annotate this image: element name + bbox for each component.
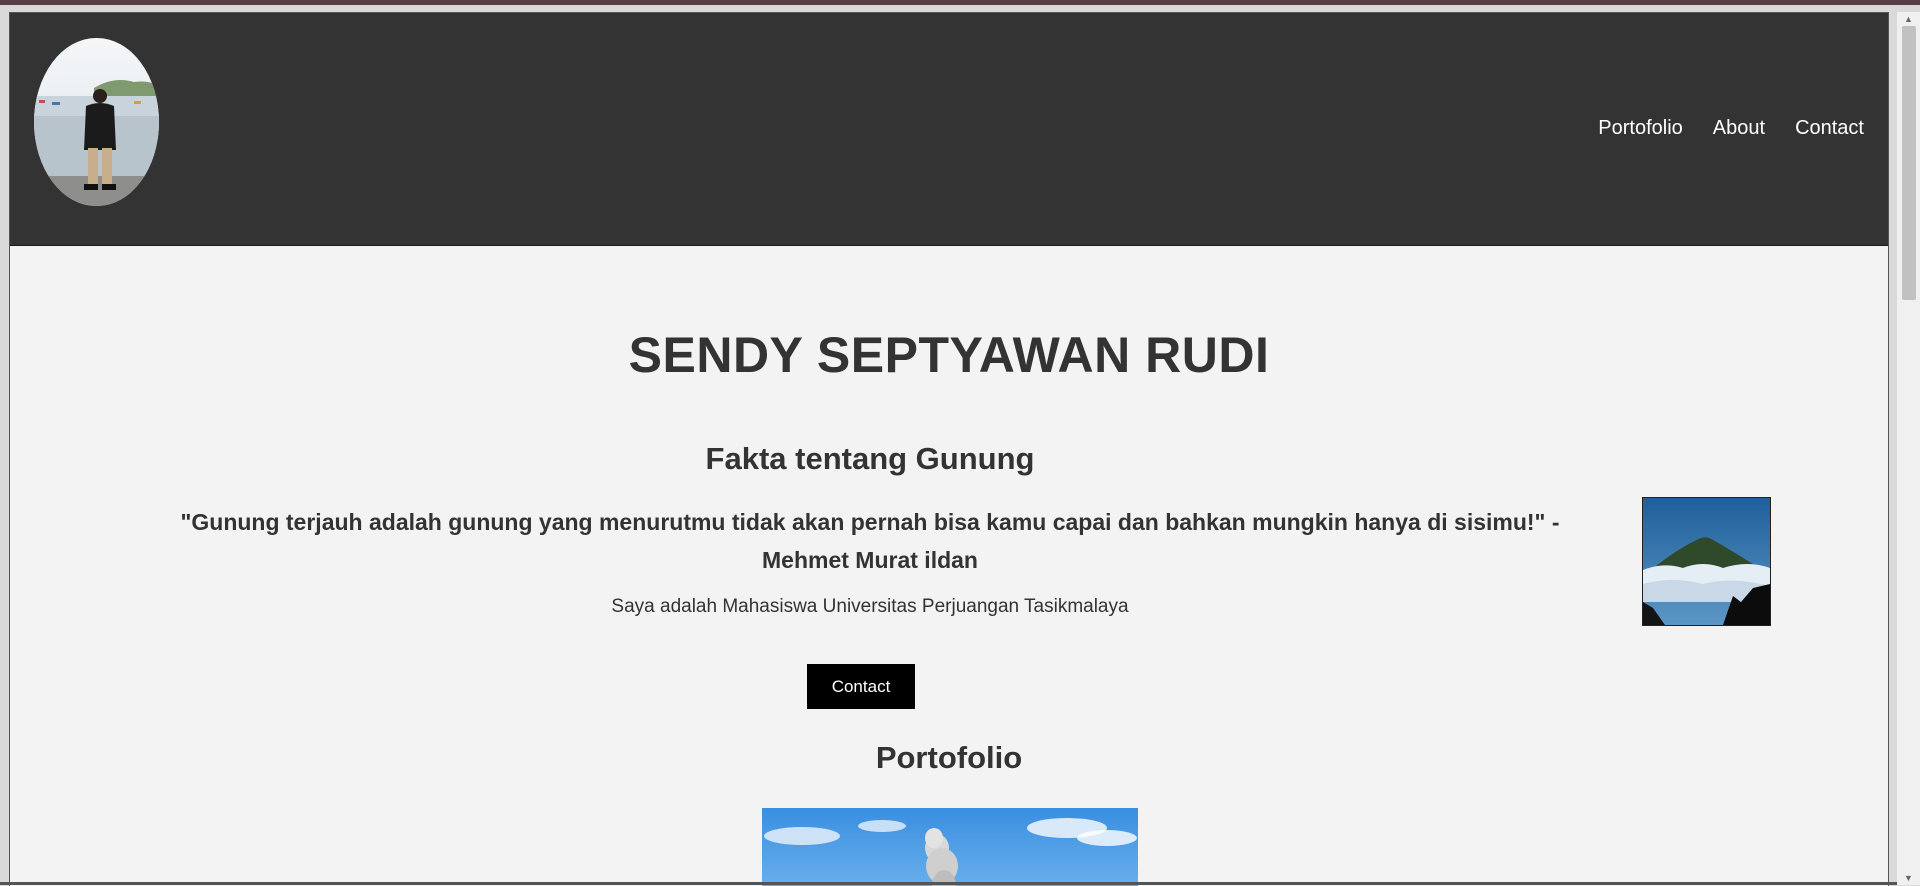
main-nav: Portofolio About Contact bbox=[1598, 117, 1864, 140]
browser-top-edge bbox=[0, 0, 1920, 5]
page-frame: Portofolio About Contact SENDY SEPTYAWAN… bbox=[9, 12, 1889, 886]
page-title: SENDY SEPTYAWAN RUDI bbox=[628, 327, 1270, 383]
nav-portofolio[interactable]: Portofolio bbox=[1598, 117, 1683, 140]
nav-contact[interactable]: Contact bbox=[1795, 117, 1864, 140]
about-section: Fakta tentang Gunung "Gunung terjauh ada… bbox=[150, 441, 1590, 618]
portfolio-image bbox=[762, 808, 1138, 886]
triangle-up-icon[interactable]: ▲ bbox=[1897, 12, 1920, 26]
volcano-photo bbox=[762, 808, 1138, 886]
site-header: Portofolio About Contact bbox=[10, 13, 1888, 246]
profile-avatar bbox=[34, 38, 159, 206]
portfolio-title: Portofolio bbox=[875, 740, 1023, 775]
mountain-image bbox=[1642, 497, 1771, 626]
vertical-scrollbar[interactable]: ▲ ▼ bbox=[1897, 12, 1920, 885]
about-title: Fakta tentang Gunung bbox=[705, 441, 1035, 476]
profile-photo bbox=[34, 38, 159, 206]
triangle-down-icon[interactable]: ▼ bbox=[1897, 871, 1920, 885]
nav-about[interactable]: About bbox=[1713, 117, 1765, 140]
about-description: Saya adalah Mahasiswa Universitas Perjua… bbox=[611, 596, 1129, 617]
main-content: SENDY SEPTYAWAN RUDI Fakta tentang Gunun… bbox=[10, 246, 1888, 886]
scrollbar-thumb[interactable] bbox=[1902, 26, 1916, 300]
contact-button[interactable]: Contact bbox=[807, 664, 915, 709]
mountain-photo bbox=[1643, 498, 1770, 625]
about-quote: "Gunung terjauh adalah gunung yang menur… bbox=[180, 509, 1560, 573]
